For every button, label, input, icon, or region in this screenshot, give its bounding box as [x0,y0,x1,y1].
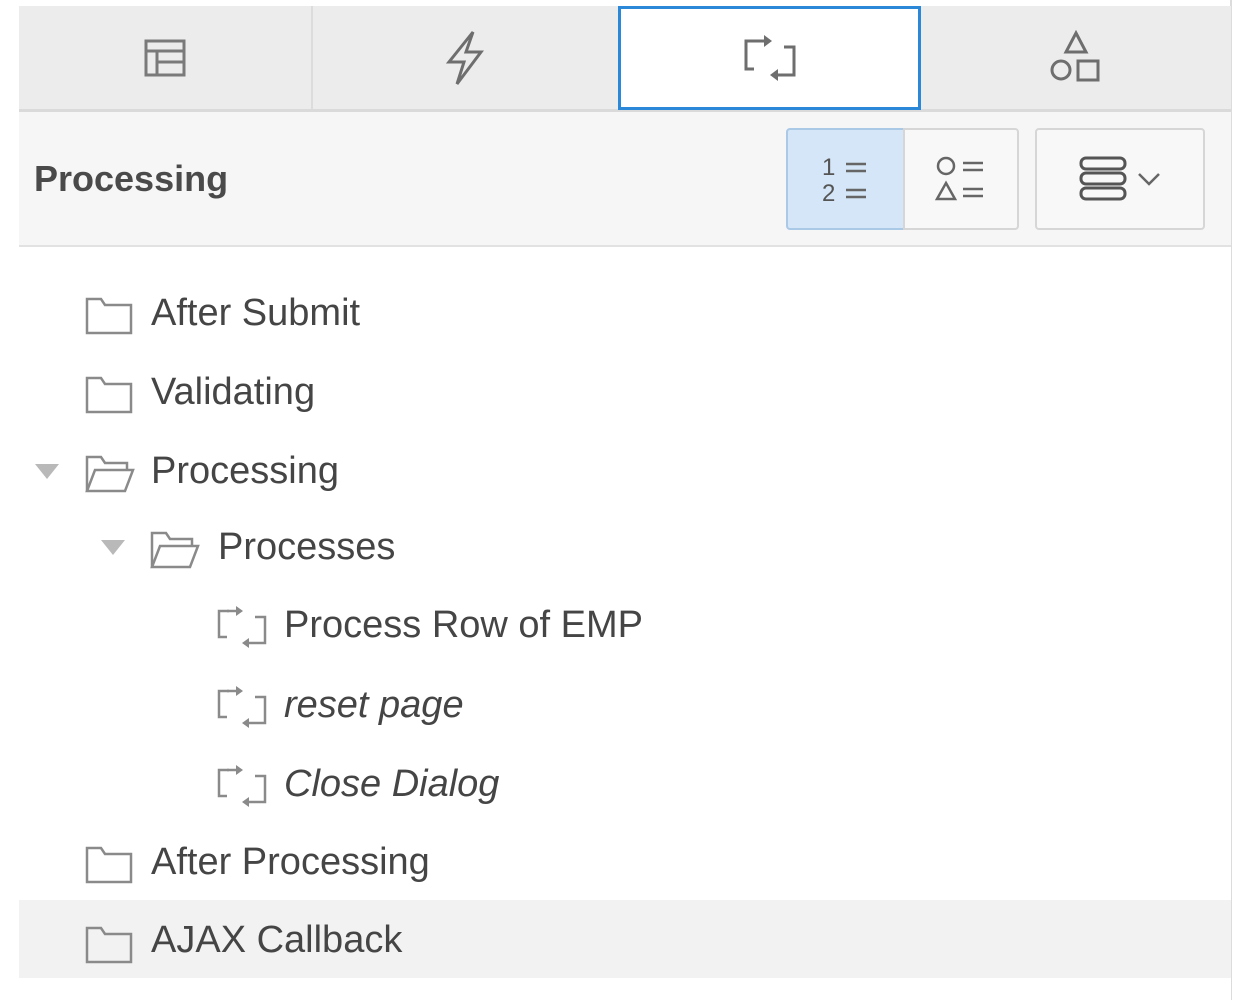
tree-node-label: After Submit [151,292,361,334]
svg-text:1: 1 [822,154,835,181]
folder-open-icon [150,531,200,569]
layout-grid-icon [144,39,186,76]
tab-dynamic-actions[interactable] [311,6,620,109]
chevron-down-icon [1138,173,1160,186]
panel-header: Processing 1 2 [19,112,1231,247]
tab-bar [19,6,1231,112]
tree-node-validating[interactable]: Validating [19,352,1231,430]
view-component-type-button[interactable] [903,128,1019,230]
process-arrows-icon [744,35,795,81]
tree-node-label: AJAX Callback [151,919,403,961]
component-list-icon [934,156,983,201]
folder-icon [85,846,133,884]
tree-node-after-submit[interactable]: After Submit [19,273,1231,351]
shapes-icon [1050,29,1100,81]
svg-text:2: 2 [822,180,835,207]
tree-node-processing[interactable]: Processing [19,431,1231,509]
tab-processing[interactable] [618,6,921,110]
folder-icon [85,376,133,414]
display-menu-button[interactable] [1035,128,1205,230]
tree-node-close-dialog[interactable]: Close Dialog [19,744,1231,822]
tree-node-label: Close Dialog [284,763,500,805]
processing-panel: Processing 1 2 After Submit Validating P… [19,6,1231,1000]
expand-toggle[interactable] [101,540,125,555]
expand-toggle[interactable] [35,464,59,479]
tree-node-label: Processing [151,450,339,492]
tab-rendering[interactable] [19,6,313,109]
tree-node-label: Process Row of EMP [284,604,643,646]
folder-icon [85,926,133,964]
tree-node-label: Validating [151,371,316,413]
tree-node-ajax-callback[interactable]: AJAX Callback [19,900,1231,978]
numbered-list-icon: 1 2 [822,154,866,207]
process-icon [217,606,267,648]
tree-node-label: After Processing [151,841,430,883]
tree-node-process-row-of-emp[interactable]: Process Row of EMP [19,585,1231,663]
tree-node-reset-page[interactable]: reset page [19,665,1231,743]
process-icon [217,765,267,807]
tree-node-processes[interactable]: Processes [19,507,1231,585]
panel-title: Processing [34,158,229,199]
tree-node-label: Processes [218,526,396,568]
process-icon [217,686,267,728]
tree-node-after-processing[interactable]: After Processing [19,822,1231,900]
tree-node-label: reset page [284,684,464,726]
folder-open-icon [85,455,135,493]
tab-shared-components[interactable] [921,6,1231,109]
view-processing-order-button[interactable]: 1 2 [786,128,905,230]
folder-icon [85,297,133,335]
stack-menu-icon [1079,156,1127,201]
lightning-icon [445,30,484,85]
